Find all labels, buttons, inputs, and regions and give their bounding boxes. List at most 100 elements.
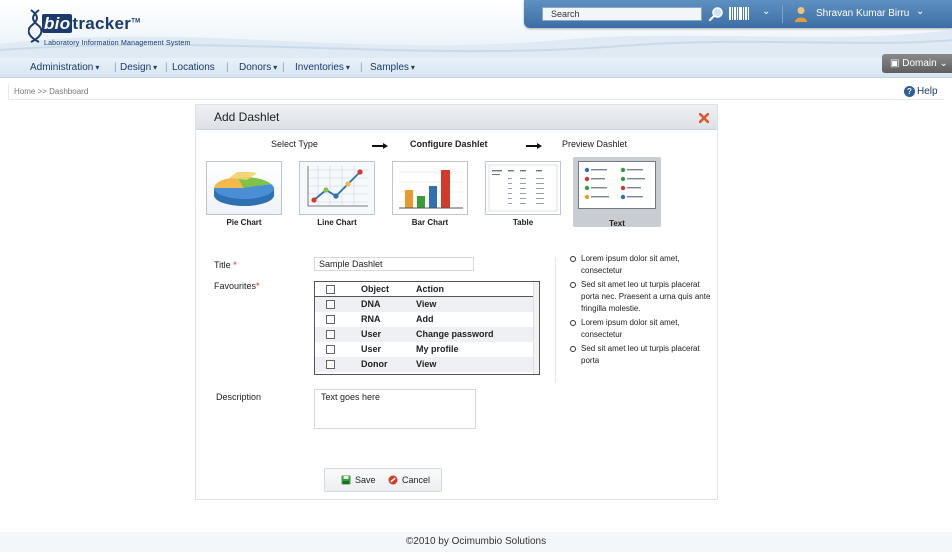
dashlet-type-label: Bar Chart (411, 218, 449, 227)
nav-separator: | (226, 62, 229, 73)
preview-bullet: Lorem ipsum dolor sit amet, consectetur (568, 253, 716, 277)
nav-item-administration[interactable]: Administration ▾ (30, 62, 99, 73)
toolbar-divider (782, 5, 783, 23)
breadcrumb[interactable]: Home >> Dashboard (14, 87, 88, 96)
required-marker: * (256, 281, 260, 291)
select-all-checkbox[interactable] (326, 285, 335, 294)
app-tagline: Laboratory Information Management System (44, 40, 191, 47)
chevron-down-icon: ▾ (95, 63, 100, 72)
favourites-row[interactable]: User My profile (315, 342, 534, 357)
dashlet-type-text[interactable]: Text (573, 157, 661, 228)
barcode-icon[interactable] (729, 7, 749, 20)
bullet-icon (570, 282, 576, 288)
row-action: Add (416, 314, 434, 324)
help-label: Help (917, 86, 938, 97)
favourites-label: Favourites* (214, 281, 260, 291)
preview-text-list: Lorem ipsum dolor sit amet, consectetur … (568, 253, 716, 369)
help-icon: ? (904, 86, 915, 97)
search-icon[interactable] (708, 6, 724, 22)
favourites-row[interactable]: DNA View (315, 297, 534, 312)
dna-helix-icon (28, 9, 42, 43)
dashlet-type-label: Line Chart (317, 218, 357, 227)
save-icon (341, 475, 351, 485)
nav-item-design[interactable]: Design ▾ (120, 62, 157, 73)
dashlet-type-label: Text (609, 219, 625, 228)
nav-separator: | (114, 62, 117, 73)
help-link[interactable]: ? Help (904, 86, 938, 97)
dashlet-type-label: Pie Chart (226, 218, 262, 227)
user-name[interactable]: Shravan Kumar Birru (816, 8, 909, 19)
favourites-row[interactable]: Donor View (315, 357, 534, 372)
text-icon (578, 161, 656, 209)
row-checkbox[interactable] (326, 345, 335, 354)
step-select-type[interactable]: Select Type (271, 139, 318, 149)
cancel-icon (388, 475, 398, 485)
wizard-steps: Select Type Configure Dashlet Preview Da… (196, 139, 717, 153)
save-button[interactable]: Save (341, 475, 376, 485)
step-arrow-icon (372, 143, 388, 149)
preview-bullet: Sed sit amet leo ut turpis placerat port… (568, 343, 716, 367)
dashlet-type-pie-chart[interactable]: Pie Chart (206, 157, 282, 227)
dashlet-type-bar-chart[interactable]: Bar Chart (392, 157, 468, 227)
chevron-down-icon: ▾ (273, 63, 278, 72)
barcode-menu-chevron-icon[interactable]: ⌄ (762, 6, 770, 17)
description-textarea[interactable]: Text goes here (314, 389, 476, 429)
title-label: Title * (214, 260, 237, 270)
nav-separator: | (282, 62, 285, 73)
step-arrow-icon (526, 143, 542, 149)
chevron-down-icon: ▾ (345, 63, 350, 72)
favourites-row[interactable]: User Change password (315, 327, 534, 342)
dashlet-type-line-chart[interactable]: Line Chart (299, 157, 375, 227)
top-toolbar: Search ⌄ Shravan Kumar Birru ⌄ (524, 0, 952, 28)
copyright-text: ©2010 by Ocimumbio Solutions (405, 536, 547, 547)
row-checkbox[interactable] (326, 300, 335, 309)
cancel-label: Cancel (402, 475, 431, 485)
dialog-titlebar: Add Dashlet (196, 105, 717, 130)
breadcrumb-divider (8, 99, 944, 100)
bar-chart-icon (392, 161, 468, 215)
row-checkbox[interactable] (326, 360, 335, 369)
close-icon[interactable] (699, 113, 709, 123)
main-nav: Administration ▾ | Design ▾ | Locations | … (0, 58, 952, 78)
required-marker: * (233, 260, 237, 270)
favourites-scrollbar[interactable] (533, 282, 539, 374)
row-object: RNA (361, 314, 381, 324)
row-action: View (416, 299, 437, 309)
bullet-icon (570, 256, 576, 262)
column-header-object: Object (361, 284, 390, 294)
preview-bullet: Sed sit amet leo ut turpis placerat port… (568, 279, 716, 315)
nav-separator: | (165, 62, 168, 73)
chevron-down-icon: ⌄ (939, 58, 948, 69)
step-configure-dashlet[interactable]: Configure Dashlet (410, 139, 488, 149)
nav-item-inventories[interactable]: Inventories ▾ (295, 62, 350, 73)
column-header-action: Action (416, 284, 444, 294)
domain-icon: ▣ (890, 58, 900, 69)
chevron-down-icon: ▾ (410, 63, 415, 72)
row-checkbox[interactable] (326, 330, 335, 339)
dialog-button-bar: Save Cancel (324, 468, 442, 492)
favourites-row[interactable]: RNA Add (315, 312, 534, 327)
line-chart-icon (299, 161, 375, 215)
user-menu-chevron-icon[interactable]: ⌄ (916, 6, 924, 17)
dashlet-type-table[interactable]: Table (485, 157, 561, 227)
description-label: Description (216, 392, 262, 402)
dialog-title: Add Dashlet (214, 110, 280, 124)
pie-chart-icon (206, 161, 282, 215)
row-checkbox[interactable] (326, 315, 335, 324)
row-object: User (361, 329, 382, 339)
cancel-button[interactable]: Cancel (388, 475, 430, 485)
add-dashlet-dialog: Add Dashlet Select Type Configure Dashle… (195, 104, 718, 500)
chevron-down-icon: ▾ (153, 63, 158, 72)
step-preview-dashlet[interactable]: Preview Dashlet (562, 139, 627, 149)
nav-item-donors[interactable]: Donors ▾ (239, 62, 277, 73)
nav-item-samples[interactable]: Samples ▾ (370, 62, 415, 73)
page: bio trackerTM Laboratory Information Mana… (0, 0, 952, 552)
domain-button[interactable]: ▣ Domain ⌄ (882, 54, 952, 73)
user-avatar-icon (795, 7, 807, 22)
nav-item-locations[interactable]: Locations (172, 62, 215, 73)
title-input[interactable]: Sample Dashlet (314, 257, 474, 271)
favourites-list: Object Action DNA View RNA Add User Chan… (314, 281, 540, 375)
footer: ©2010 by Ocimumbio Solutions (0, 532, 952, 552)
global-search-input[interactable]: Search (542, 7, 702, 21)
row-object: User (361, 344, 382, 354)
